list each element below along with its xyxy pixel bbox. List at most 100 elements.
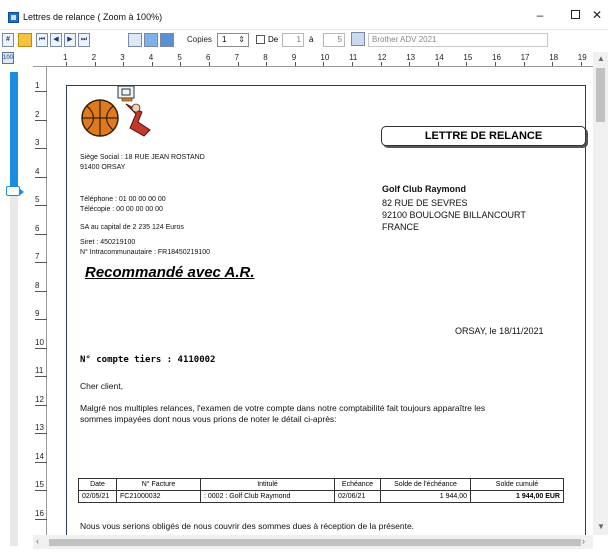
ruler-left-tick: 1: [35, 81, 49, 92]
col-header-intitule: Intitulé: [200, 478, 335, 491]
recipient-country: FRANCE: [382, 222, 420, 232]
minimize-button[interactable]: –: [524, 6, 556, 24]
sender-siret: Siret : 450219100: [80, 239, 136, 246]
invoice-table: Date N° Facture Intitulé Echéance Solde …: [78, 478, 564, 503]
scroll-right-icon[interactable]: ›: [582, 536, 585, 546]
window-title: Lettres de relance ( Zoom à 100%): [23, 12, 163, 22]
ruler-left-tick: 11: [35, 366, 48, 377]
open-folder-icon[interactable]: [18, 33, 32, 47]
print-icon[interactable]: [144, 33, 158, 47]
sender-telephone: Téléphone : 01 00 00 00 00: [80, 196, 166, 203]
first-page-icon[interactable]: ⏮: [36, 33, 48, 47]
copies-stepper[interactable]: 1 ⇕: [217, 33, 249, 47]
ruler-top-tick: 8: [263, 53, 268, 66]
page-frame: [66, 85, 586, 535]
a-label: à: [309, 35, 314, 44]
col-header-echeance: Echéance: [334, 478, 381, 491]
ruler-left-tick: 16: [35, 508, 47, 520]
last-page-icon[interactable]: ⏭: [78, 33, 90, 47]
vertical-scrollbar[interactable]: ▲ ▼: [593, 52, 608, 535]
account-number: N° compte tiers : 4110002: [80, 355, 216, 365]
ruler-left-tick: 7: [35, 252, 49, 263]
ruler-left-tick: 3: [35, 138, 49, 149]
horizontal-scrollbar[interactable]: ‹ ›: [33, 535, 593, 549]
ruler-top-tick: 6: [206, 53, 211, 66]
from-page-field[interactable]: 1: [282, 33, 304, 47]
col-header-solde-echeance: Solde de l'échéance: [380, 478, 471, 491]
scroll-left-icon[interactable]: ‹: [36, 536, 39, 546]
horizontal-scroll-thumb[interactable]: [49, 539, 581, 546]
sender-intracom: N° Intracommunautaire : FR18450219100: [80, 249, 211, 256]
sender-siege: Siège Social : 18 RUE JEAN ROSTAND: [80, 154, 205, 161]
ruler-top-tick: 18: [549, 53, 559, 66]
basketball-logo-icon: [81, 85, 151, 137]
cell-facture: FC21000032: [116, 490, 201, 503]
recipient-name: Golf Club Raymond: [382, 184, 466, 194]
copies-label: Copies: [187, 35, 212, 44]
col-header-date: Date: [78, 478, 117, 491]
ruler-top-tick: 9: [291, 53, 297, 66]
zoom-slider-fill: [10, 72, 18, 192]
zoom-fit-icon[interactable]: [128, 33, 142, 47]
scroll-up-icon[interactable]: ▲: [597, 54, 605, 63]
ruler-top-tick: 19: [577, 53, 587, 66]
page-range-checkbox[interactable]: [256, 35, 265, 44]
app-icon: [8, 12, 19, 23]
sender-city: 91400 ORSAY: [80, 164, 126, 171]
ruler-left-tick: 5: [35, 195, 49, 206]
ruler-left-tick: 2: [35, 109, 49, 121]
ruler-top-tick: 4: [148, 53, 154, 66]
ruler-top-tick: 5: [177, 53, 182, 66]
copies-value: 1: [222, 35, 227, 44]
maximize-icon: [570, 10, 580, 19]
ruler-left-tick: 10: [35, 337, 47, 349]
col-header-solde-cumule: Solde cumulé: [470, 478, 564, 491]
ruler-top-tick: 7: [234, 53, 240, 66]
page-number-icon[interactable]: #: [2, 33, 14, 47]
ruler-top-tick: 12: [377, 53, 387, 66]
scroll-down-icon[interactable]: ▼: [597, 522, 605, 531]
ruler-left-tick: 15: [35, 480, 47, 491]
recipient-street: 82 RUE DE SEVRES: [382, 198, 468, 208]
letter-heading: LETTRE DE RELANCE: [381, 126, 586, 146]
printer-select[interactable]: Brother ADV 2021: [368, 33, 548, 47]
cell-solde-echeance: 1 944,00: [380, 490, 471, 503]
table-row: 02/05/21 FC21000032 : 0002 : Golf Club R…: [78, 490, 564, 503]
cell-solde-cumule: 1 944,00 EUR: [470, 490, 564, 503]
recommande-title: Recommandé avec A.R.: [85, 264, 255, 281]
ruler-left-tick: 8: [35, 280, 49, 292]
col-header-facture: N° Facture: [116, 478, 201, 491]
table-header-row: Date N° Facture Intitulé Echéance Solde …: [78, 478, 564, 491]
ruler-top-tick: 16: [492, 53, 501, 66]
ruler-top-tick: 1: [63, 53, 68, 66]
previous-page-icon[interactable]: ◀: [50, 33, 62, 47]
ruler-top-tick: 17: [520, 53, 530, 66]
ruler-top-tick: 11: [349, 53, 358, 66]
close-button[interactable]: ✕: [586, 6, 608, 24]
closing-line: Nous vous serions obligés de nous couvri…: [80, 521, 415, 531]
to-page-field[interactable]: 5: [323, 33, 345, 47]
ruler-left-tick: 14: [35, 451, 47, 463]
next-page-icon[interactable]: ▶: [64, 33, 76, 47]
place-date: ORSAY, le 18/11/2021: [455, 326, 544, 336]
vertical-scroll-thumb[interactable]: [596, 68, 605, 122]
de-label: De: [268, 35, 279, 44]
cell-intitule: : 0002 : Golf Club Raymond: [200, 490, 335, 503]
salutation: Cher client,: [80, 381, 123, 391]
ruler-top-tick: 14: [434, 53, 444, 66]
save-icon[interactable]: [160, 33, 174, 47]
ruler-top-tick: 10: [320, 53, 330, 66]
ruler-top-tick: 2: [91, 53, 97, 66]
vertical-ruler: 1234567891011121314151617: [33, 67, 49, 548]
ruler-top-tick: 3: [120, 53, 125, 66]
body-line-1: Malgré nos multiples relances, l'examen …: [80, 403, 486, 413]
cell-date: 02/05/21: [78, 490, 117, 503]
ruler-left-tick: 4: [35, 166, 49, 178]
spin-icon[interactable]: ⇕: [238, 34, 245, 46]
zoom-100-button[interactable]: 100: [2, 52, 14, 64]
ruler-top-tick: 13: [406, 53, 416, 66]
printer-icon[interactable]: [351, 32, 365, 46]
zoom-slider-handle[interactable]: [6, 186, 24, 196]
ruler-left-tick: 9: [35, 309, 49, 320]
title-bar: Lettres de relance ( Zoom à 100%) – ✕: [0, 0, 608, 30]
